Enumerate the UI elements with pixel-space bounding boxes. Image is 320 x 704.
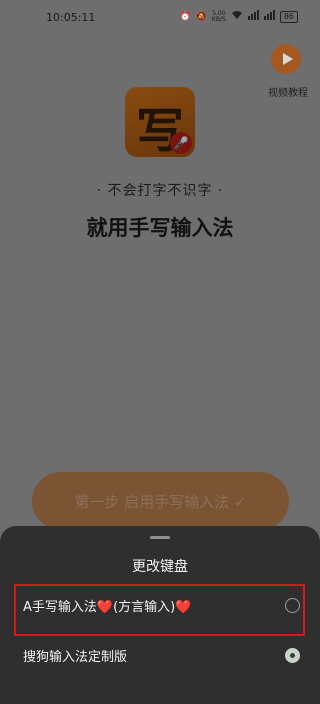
tagline: · 不会打字不识字 · [96,183,224,199]
keyboard-option-handwriting[interactable]: A手写输入法❤️(方言输入)❤️ [0,584,320,636]
app-logo: 写 🎤 [125,87,195,157]
network-speed: 5.00 KB/S [211,10,226,23]
mute-icon: 🔕 [195,11,207,22]
keyboard-picker-sheet: 更改键盘 A手写输入法❤️(方言输入)❤️ 搜狗输入法定制版 [0,526,320,704]
keyboard-option-label: 搜狗输入法定制版 [23,650,128,665]
keyboard-option-sogou[interactable]: 搜狗输入法定制版 [0,634,320,678]
keyboard-option-label: A手写输入法❤️(方言输入)❤️ [23,600,192,615]
status-bar: 10:05:11 ⏰ 🔕 5.00 KB/S 86 [0,0,320,34]
play-icon [282,53,293,65]
video-tutorial-label[interactable]: 视频教程 [260,84,316,99]
sheet-drag-handle[interactable] [150,536,170,539]
screen: 10:05:11 ⏰ 🔕 5.00 KB/S 86 视频教程 写 🎤 · 不会打… [0,0,320,704]
sheet-title: 更改键盘 [132,559,188,575]
signal-icon-2 [263,10,275,23]
network-speed-unit: KB/S [211,15,226,23]
battery-icon: 86 [279,10,298,23]
video-tutorial-button[interactable] [271,44,301,74]
radio-selected[interactable] [285,648,300,663]
radio-unselected[interactable] [285,598,300,613]
microphone-icon: 🎤 [170,132,192,154]
headline: 就用手写输入法 [86,216,234,240]
signal-icon [247,10,259,23]
status-icons: ⏰ 🔕 5.00 KB/S 86 [179,10,298,23]
enable-input-method-button[interactable]: 第一步 启用手写输入法 ✓ [32,472,289,530]
status-time: 10:05:11 [46,11,96,24]
wifi-icon [231,10,243,23]
alarm-icon: ⏰ [179,11,191,22]
